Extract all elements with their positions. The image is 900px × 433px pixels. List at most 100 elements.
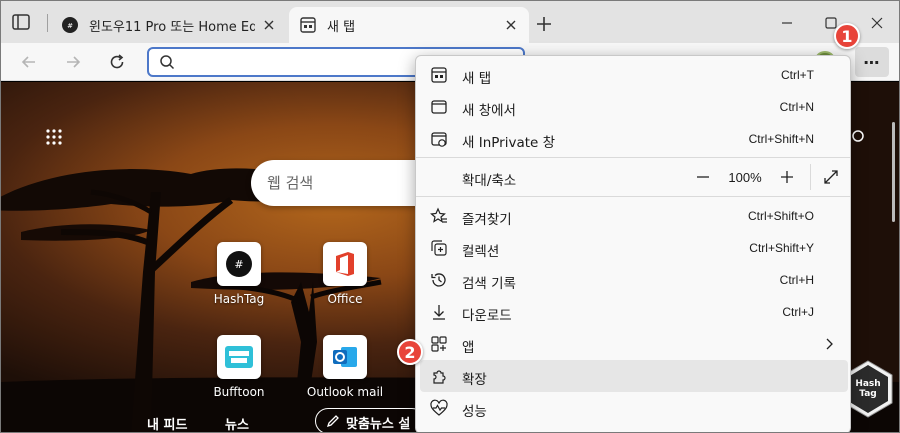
web-search-box[interactable] xyxy=(251,160,431,206)
watermark-text: Hash Tag xyxy=(854,379,882,399)
quick-link-bufftoon[interactable]: Bufftoon xyxy=(199,335,279,399)
forward-icon[interactable] xyxy=(63,52,83,72)
web-search-input[interactable] xyxy=(267,172,417,194)
menu-item-shortcut: Ctrl+N xyxy=(779,100,814,114)
plus-icon xyxy=(781,171,793,183)
menu-item-label: 다운로드 xyxy=(462,308,512,324)
search-icon xyxy=(160,55,175,70)
fullscreen-icon xyxy=(824,170,838,184)
watermark-line-1: Hash xyxy=(855,379,881,389)
menu-item-label: 새 창에서 xyxy=(462,103,516,119)
new-tab-button[interactable] xyxy=(535,15,553,33)
menu-item-label: 새 탭 xyxy=(462,71,492,87)
close-icon[interactable] xyxy=(503,17,519,33)
menu-item-shortcut: Ctrl+Shift+O xyxy=(747,209,814,223)
quick-link-outlook[interactable]: Outlook mail xyxy=(305,335,385,399)
page-settings-icon[interactable] xyxy=(851,128,865,144)
tile-label: Outlook mail xyxy=(306,385,384,399)
menu-item-collections[interactable]: 컬렉션 Ctrl+Shift+Y xyxy=(420,232,848,264)
new-window-icon xyxy=(431,100,447,114)
minimize-icon[interactable] xyxy=(779,15,795,31)
new-tab-icon xyxy=(431,67,447,83)
tab-title: 새 탭 xyxy=(327,19,356,35)
history-icon xyxy=(431,273,446,287)
performance-icon xyxy=(430,399,448,416)
feed-bar: 내 피드 뉴스 맞춤뉴스 설 xyxy=(1,408,425,432)
quick-link-office[interactable]: Office xyxy=(305,242,385,306)
menu-item-new-tab[interactable]: 새 탭 Ctrl+T xyxy=(420,59,848,91)
menu-item-downloads[interactable]: 다운로드 Ctrl+J xyxy=(420,296,848,328)
zoom-in-button[interactable] xyxy=(774,158,800,196)
menu-item-apps[interactable]: 앱 xyxy=(420,328,848,360)
personalize-label: 맞춤뉴스 설 xyxy=(346,417,411,432)
zoom-row: 확대/축소 100% xyxy=(416,158,850,196)
tile-label: Bufftoon xyxy=(213,385,265,399)
menu-item-shortcut: Ctrl+Shift+N xyxy=(748,132,814,146)
feed-tab-my-feed[interactable]: 내 피드 xyxy=(147,414,187,432)
tab-actions-icon[interactable] xyxy=(11,13,33,31)
new-tab-favicon-icon xyxy=(300,17,316,33)
tab-new-tab[interactable]: 새 탭 xyxy=(289,7,529,43)
zoom-divider xyxy=(810,164,811,190)
quick-link-hashtag[interactable]: # HashTag xyxy=(199,242,279,306)
collections-icon xyxy=(431,240,447,256)
favorites-icon xyxy=(430,207,447,223)
browser-window: # 윈도우11 Pro 또는 Home Edition 새 탭 xyxy=(0,0,900,433)
close-icon[interactable] xyxy=(261,17,277,33)
menu-item-inprivate[interactable]: 새 InPrivate 창 Ctrl+Shift+N xyxy=(420,123,848,155)
personalize-button[interactable]: 맞춤뉴스 설 xyxy=(315,408,425,432)
scrollbar[interactable] xyxy=(892,122,895,222)
menu-item-favorites[interactable]: 즐겨찾기 Ctrl+Shift+O xyxy=(420,200,848,232)
zoom-label: 확대/축소 xyxy=(462,173,517,189)
menu-item-label: 성능 xyxy=(462,404,487,420)
menu-item-extensions[interactable]: 확장 xyxy=(420,360,848,392)
bufftoon-logo-icon xyxy=(225,346,253,368)
hashtag-favicon-icon: # xyxy=(62,17,78,33)
menu-item-history[interactable]: 검색 기록 Ctrl+H xyxy=(420,264,848,296)
download-icon xyxy=(433,305,445,320)
minus-icon xyxy=(697,176,709,178)
outlook-logo-icon xyxy=(333,347,357,367)
settings-menu: 새 탭 Ctrl+T 새 창에서 Ctrl+N 새 InPrivate 창 Ct… xyxy=(415,55,851,432)
apps-icon xyxy=(431,336,447,352)
window-close-icon[interactable] xyxy=(869,15,885,31)
chevron-right-icon xyxy=(826,338,833,350)
tile-label: Office xyxy=(327,292,363,306)
svg-text:#: # xyxy=(234,258,243,271)
inprivate-icon xyxy=(431,132,447,147)
watermark-line-2: Tag xyxy=(859,389,877,399)
menu-item-performance[interactable]: 성능 xyxy=(420,392,848,424)
more-icon: ⋯ xyxy=(863,52,881,72)
zoom-value: 100% xyxy=(728,169,762,185)
pencil-icon xyxy=(326,415,339,428)
tab-separator xyxy=(47,14,48,32)
full-screen-button[interactable] xyxy=(818,158,844,196)
menu-item-label: 확장 xyxy=(462,372,487,388)
zoom-out-button[interactable] xyxy=(690,158,716,196)
office-logo-icon xyxy=(336,252,354,276)
app-launcher-icon[interactable] xyxy=(45,128,63,146)
tile-label: HashTag xyxy=(213,292,265,306)
menu-item-label: 즐겨찾기 xyxy=(462,212,512,228)
menu-item-shortcut: Ctrl+T xyxy=(781,68,814,82)
settings-and-more-button[interactable]: ⋯ xyxy=(855,47,889,77)
back-icon[interactable] xyxy=(19,52,39,72)
menu-item-shortcut: Ctrl+Shift+Y xyxy=(749,241,814,255)
menu-item-new-window[interactable]: 새 창에서 Ctrl+N xyxy=(420,91,848,123)
tab-windows11[interactable]: # 윈도우11 Pro 또는 Home Edition xyxy=(51,7,287,43)
menu-divider xyxy=(416,196,850,197)
menu-item-shortcut: Ctrl+H xyxy=(779,273,814,287)
hashtag-logo-icon: # xyxy=(226,251,252,277)
tab-title: 윈도우11 Pro 또는 Home Edition xyxy=(89,19,255,35)
annotation-badge-2: 2 xyxy=(397,339,423,365)
feed-tab-news[interactable]: 뉴스 xyxy=(225,414,249,432)
refresh-icon[interactable] xyxy=(107,52,127,72)
tab-strip: # 윈도우11 Pro 또는 Home Edition 새 탭 xyxy=(1,1,899,43)
extensions-icon xyxy=(433,370,446,384)
svg-text:#: # xyxy=(67,22,73,30)
menu-item-label: 검색 기록 xyxy=(462,276,516,292)
menu-item-shortcut: Ctrl+J xyxy=(782,305,814,319)
menu-item-label: 앱 xyxy=(462,340,475,356)
annotation-badge-1: 1 xyxy=(834,23,860,49)
menu-item-label: 컬렉션 xyxy=(462,244,500,260)
